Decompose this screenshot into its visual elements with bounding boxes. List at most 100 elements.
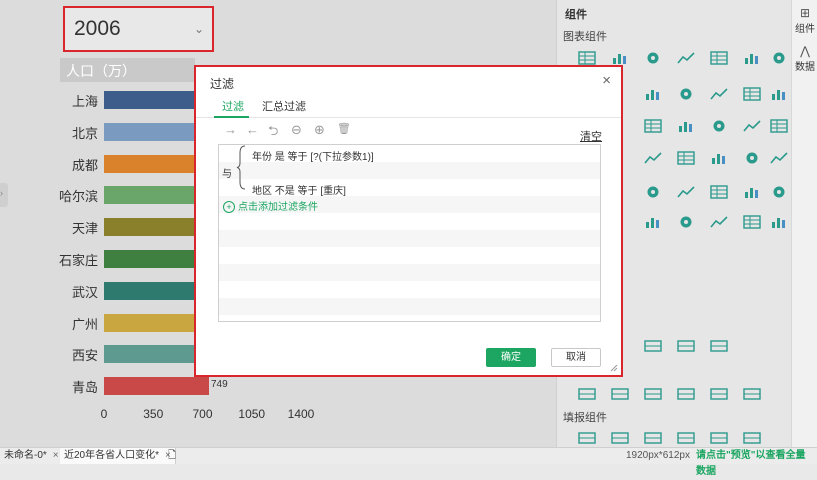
filter-conditions-list: 与 年份 是 等于 [?(下拉参数1)] 地区 不是 等于 [重庆] + 点击添加… [218,144,601,322]
widget-icon[interactable] [709,338,729,354]
chart-type-icon[interactable] [769,118,789,134]
chart-type-icon[interactable] [742,118,762,134]
chart-type-icon[interactable] [643,118,663,134]
chart-type-icon[interactable] [643,184,663,200]
add-filter-condition-link[interactable]: + 点击添加过滤条件 [223,198,318,213]
widget-icon[interactable] [610,430,630,446]
fill-components-section-title: 填报组件 [563,412,607,424]
list-icon[interactable] [643,50,663,66]
chart-type-icon[interactable] [676,184,696,200]
bar-value-label: 749 [211,379,228,391]
widget-icon[interactable] [577,386,597,402]
chart-type-icon[interactable] [769,86,789,102]
indent-left-icon[interactable]: ← [246,122,259,137]
close-icon[interactable]: × [53,450,59,461]
chart-type-icon[interactable] [769,214,789,230]
document-tab-1-label: 未命名-0* [4,450,47,461]
widget-icon[interactable] [676,430,696,446]
active-tab-indicator [214,116,249,118]
bar[interactable] [104,377,209,396]
component-panel-header: ▤ 组件 [557,0,792,24]
widget-icon[interactable] [709,430,729,446]
chart-type-icon[interactable] [769,184,789,200]
plus-circle-icon: + [223,201,235,213]
clear-conditions-link[interactable]: 清空 [580,128,602,144]
widget-icon[interactable] [709,386,729,402]
new-document-icon[interactable]: 🗋 [164,448,180,464]
document-tab-1[interactable]: 未命名-0* × [0,448,64,464]
chart-type-icon[interactable] [676,86,696,102]
bar-chart-icon[interactable] [676,50,696,66]
bar-chart-icon[interactable] [769,50,789,66]
list-stripe [219,298,600,315]
chart-type-icon[interactable] [769,150,789,166]
resize-grip-icon[interactable] [610,364,618,372]
dialog-title: 过滤 [210,77,235,91]
widget-icon[interactable] [643,386,663,402]
add-condition-icon[interactable]: ⊕ [314,122,325,138]
chart-type-icon[interactable] [742,214,762,230]
chart-type-icon[interactable] [742,86,762,102]
data-tab-label: 数据 [795,62,815,73]
remove-condition-icon[interactable]: ⊖ [291,122,302,138]
chart-type-icon[interactable] [643,86,663,102]
list-stripe [219,264,600,281]
condition-row-2[interactable]: 地区 不是 等于 [重庆] [252,182,346,197]
chart-type-icon[interactable] [643,150,663,166]
tab-summary-filter[interactable]: 汇总过滤 [262,98,306,114]
chevron-right-icon: › [0,188,3,198]
chart-type-icon[interactable] [676,214,696,230]
category-label: 成都 [71,157,98,173]
chart-type-icon[interactable] [709,118,729,134]
close-icon[interactable]: × [602,72,611,89]
widget-icon[interactable] [676,386,696,402]
side-tab-bar: ⊞ 组件 ⋀ 数据 [791,0,817,447]
cancel-button[interactable]: 取消 [551,348,601,367]
component-tab-icon: ⊞ [799,6,811,20]
category-label: 西安 [71,348,98,364]
widget-icon[interactable] [577,430,597,446]
year-dropdown[interactable]: 2006 ⌄ [63,6,214,52]
chart-components-section-title: 图表组件 [563,31,607,43]
components-tab[interactable]: ⊞ 组件 [792,6,817,35]
widget-icon[interactable] [742,430,762,446]
chart-type-icon[interactable] [709,150,729,166]
widget-icon[interactable] [643,338,663,354]
category-label: 石家庄 [58,253,98,268]
canvas-dimensions: 1920px*612px [626,450,690,461]
confirm-button[interactable]: 确定 [486,348,536,367]
widget-icon[interactable] [610,386,630,402]
chart-type-icon[interactable] [709,184,729,200]
condition-group-brace [236,145,246,190]
chart-type-icon[interactable] [742,184,762,200]
bar-chart-icon[interactable] [742,50,762,66]
chart-title: 人口（万） [66,63,136,79]
component-panel-title: 组件 [565,9,587,21]
category-label: 武汉 [71,284,98,300]
chart-type-icon[interactable] [676,150,696,166]
left-panel-collapse-handle[interactable]: › [0,183,8,207]
data-tab[interactable]: ⋀ 数据 [792,44,817,73]
condition-row-1[interactable]: 年份 是 等于 [?(下拉参数1)] [252,148,374,163]
indent-right-icon[interactable]: → [224,122,237,137]
bar-chart-icon[interactable] [709,50,729,66]
widget-icon[interactable] [676,338,696,354]
category-label: 青岛 [71,380,98,396]
chart-type-icon[interactable] [709,214,729,230]
grid-icon[interactable] [610,50,630,66]
data-tab-icon: ⋀ [800,44,810,58]
document-tab-2[interactable]: 近20年各省人口变化* × [60,448,176,464]
trash-icon[interactable]: 🗑 [337,122,351,135]
category-label: 广州 [71,316,98,332]
add-filter-condition-label: 点击添加过滤条件 [238,202,318,213]
chart-type-icon[interactable] [676,118,696,134]
table-icon[interactable] [577,50,597,66]
tab-filter[interactable]: 过滤 [222,98,244,114]
swap-icon[interactable]: ⮌ [268,122,278,144]
widget-icon[interactable] [643,430,663,446]
chart-type-icon[interactable] [742,150,762,166]
chevron-down-icon: ⌄ [193,22,204,36]
chart-type-icon[interactable] [709,86,729,102]
chart-type-icon[interactable] [643,214,663,230]
widget-icon[interactable] [742,386,762,402]
